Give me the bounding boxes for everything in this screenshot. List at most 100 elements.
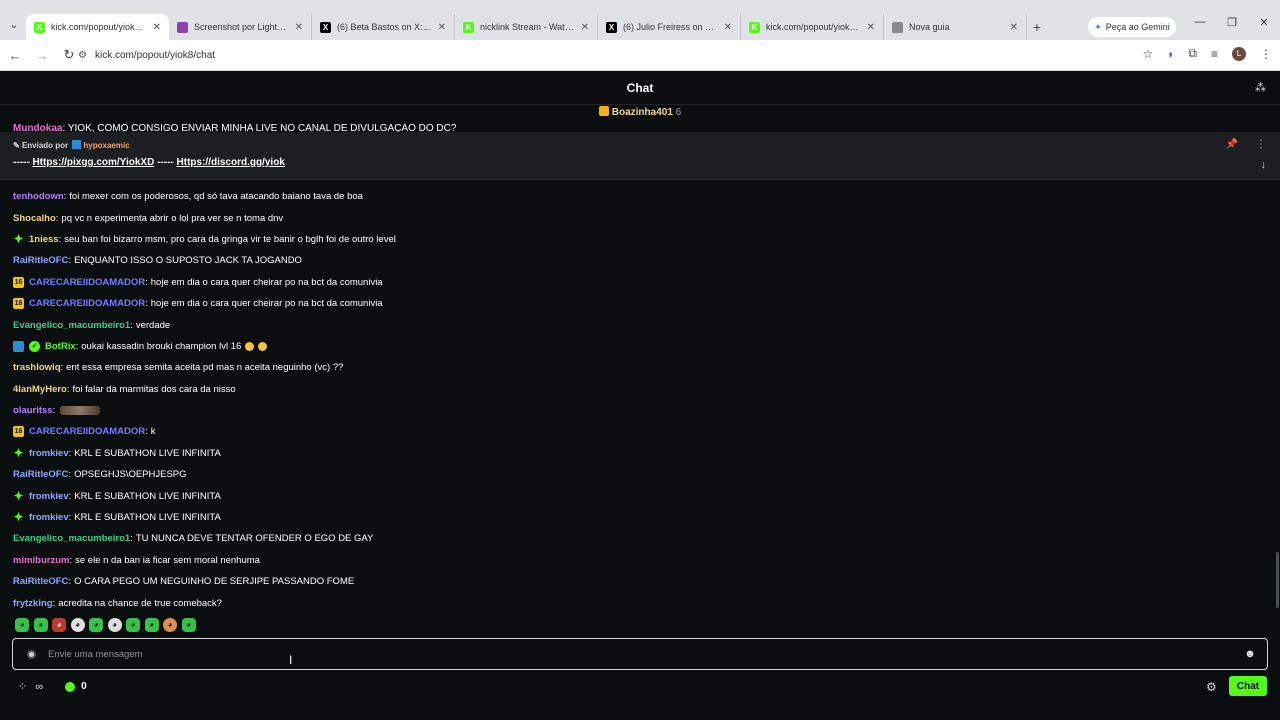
- kick-points[interactable]: 0: [65, 681, 87, 692]
- message-username[interactable]: RaiRitleOFC: [13, 469, 68, 480]
- message-username[interactable]: Mundokaa: [13, 123, 62, 132]
- emote-4-icon[interactable]: ◕: [70, 618, 85, 632]
- forward-icon[interactable]: →: [30, 48, 54, 63]
- emote-6-icon[interactable]: ◕: [107, 618, 122, 632]
- message-username[interactable]: RaiRitleOFC: [13, 255, 68, 266]
- infinity-icon[interactable]: ∞: [35, 681, 43, 693]
- pinned-username[interactable]: hypoxaemic: [83, 141, 129, 150]
- message-username[interactable]: trashlowiq: [13, 362, 61, 373]
- message-text: k: [150, 426, 156, 438]
- chat-input-box[interactable]: ☻: [12, 638, 1268, 670]
- close-window-icon[interactable]: ✕: [1248, 16, 1280, 29]
- gift-count: 6: [675, 107, 682, 118]
- message-username[interactable]: Evangelico_macumbeiro1: [13, 320, 130, 331]
- extensions-puzzle-icon[interactable]: ⧉: [1188, 46, 1197, 61]
- lightshot-icon: [177, 21, 188, 33]
- message-username[interactable]: fromkiev: [29, 512, 69, 523]
- chat-settings-gear-icon[interactable]: ⚙: [1206, 680, 1217, 694]
- message-username[interactable]: BotRix: [45, 341, 76, 352]
- tab-title: (6) Julio Freiress on X: "Que: [623, 22, 718, 32]
- emote-5-icon[interactable]: ◕: [89, 618, 103, 632]
- browser-tab[interactable]: X (6) Beta Bastos on X: "A Ur ✕: [312, 14, 455, 40]
- tab-close-icon[interactable]: ✕: [295, 22, 303, 33]
- message-username[interactable]: frytzking: [13, 598, 53, 609]
- tab-search-icon[interactable]: ⌄: [6, 18, 22, 34]
- emote-3-icon[interactable]: ◕: [52, 618, 66, 632]
- emote-7-icon[interactable]: ◕: [126, 618, 140, 632]
- emote-9-icon[interactable]: ◕: [163, 618, 177, 632]
- sparkle-badge-icon: ✦: [13, 488, 24, 503]
- back-icon[interactable]: ←: [3, 48, 27, 63]
- browser-tab[interactable]: Nova guia ✕: [884, 14, 1027, 40]
- pinned-sent-by-label: Enviado por: [21, 141, 69, 150]
- tab-close-icon[interactable]: ✕: [153, 22, 161, 33]
- message-username[interactable]: olauritss: [13, 405, 53, 416]
- pinned-link-discord[interactable]: Https://discord.gg/yiok: [177, 157, 285, 168]
- gemini-button[interactable]: ✦ Peça ao Gemini: [1088, 17, 1176, 37]
- send-chat-button[interactable]: Chat: [1229, 676, 1267, 696]
- message-username[interactable]: CARECAREIIDOAMADOR: [29, 277, 145, 288]
- chat-message: 16 CARECAREIIDOAMADOR: hoje em dia o cara …: [13, 272, 1263, 293]
- profile-avatar[interactable]: L: [1232, 46, 1246, 61]
- chat-mode-icon[interactable]: ⁘: [18, 680, 27, 693]
- chat-message: ✦ fromkiev: KRL E SUBATHON LIVE INFINITA: [13, 485, 1263, 506]
- message-text: se ele n da ban ia ficar sem moral nenhu…: [75, 554, 260, 566]
- new-tab-plus-icon[interactable]: +: [1027, 14, 1047, 40]
- message-text: verdade: [135, 319, 171, 331]
- chat-scrollbar[interactable]: [1276, 552, 1279, 608]
- browser-tab[interactable]: Screenshot por Lightshot ✕: [169, 14, 312, 40]
- pin-icon[interactable]: 📌: [1226, 139, 1238, 150]
- message-text: OPSEGHJS\OEPHJESPG: [74, 469, 187, 481]
- chrome-icon: [892, 21, 903, 33]
- site-info-icon[interactable]: ⚙: [78, 50, 87, 61]
- chat-message: mimiburzum: se ele n da ban ia ficar sem …: [13, 550, 1263, 571]
- message-username[interactable]: Evangelico_macumbeiro1: [13, 533, 130, 544]
- pinned-link-pixgg[interactable]: Https://pixgg.com/YiokXD: [32, 157, 154, 168]
- address-bar[interactable]: ⚙ kick.com/popout/yiok8/chat: [78, 44, 1138, 66]
- browser-tab[interactable]: Knicklink Stream - Watch Liv ✕: [455, 14, 598, 40]
- expand-down-icon[interactable]: ↓: [1261, 159, 1267, 171]
- emote-2-icon[interactable]: ◕: [33, 618, 48, 632]
- tab-close-icon[interactable]: ✕: [724, 22, 732, 33]
- chat-users-icon[interactable]: ⁂: [1255, 81, 1266, 94]
- browser-tab[interactable]: Kkick.com/popout/yiok8/chat ✕: [26, 14, 169, 40]
- chat-message: RaiRitleOFC: O CARA PEGO UM NEGUINHO DE S…: [13, 571, 1263, 592]
- message-username[interactable]: CARECAREIIDOAMADOR: [29, 298, 145, 309]
- message-separator: :: [68, 512, 72, 524]
- message-username[interactable]: mimiburzum: [13, 555, 69, 566]
- message-separator: :: [60, 362, 64, 374]
- browser-tab[interactable]: X (6) Julio Freiress on X: "Que ✕: [598, 14, 741, 40]
- chat-message: Shocalho: pq vc n experimenta abrir o lol…: [13, 207, 1263, 228]
- message-username[interactable]: 4lanMyHero: [13, 384, 67, 395]
- emote-10-icon[interactable]: ◕: [181, 618, 196, 632]
- media-icon[interactable]: ≡: [1211, 47, 1218, 61]
- tab-close-icon[interactable]: ✕: [581, 22, 589, 33]
- emote-8-icon[interactable]: ◕: [144, 618, 159, 632]
- tab-close-icon[interactable]: ✕: [1010, 22, 1018, 33]
- message-username[interactable]: fromkiev: [29, 448, 69, 459]
- url-text[interactable]: kick.com/popout/yiok8/chat: [95, 50, 215, 61]
- browser-tab[interactable]: Kkick.com/popout/yiok8/chat ✕: [741, 14, 884, 40]
- emote-1-icon[interactable]: ◕: [15, 618, 29, 632]
- extension-icon[interactable]: ◗: [1167, 47, 1174, 61]
- message-separator: :: [69, 554, 73, 566]
- message-username[interactable]: 1niess: [29, 234, 59, 245]
- chat-message-input[interactable]: [48, 648, 1239, 660]
- subscriber-badge-icon: 16: [13, 276, 24, 288]
- minimize-icon[interactable]: —: [1184, 16, 1216, 29]
- browser-menu-icon[interactable]: ⋮: [1260, 47, 1272, 61]
- chat-footer: ⁘ ∞ 0 ⚙ Chat: [0, 674, 1280, 700]
- more-options-icon[interactable]: ⋮: [1256, 139, 1266, 150]
- message-username[interactable]: CARECAREIIDOAMADOR: [29, 426, 145, 437]
- message-emote-image[interactable]: [60, 406, 101, 416]
- message-username[interactable]: tenhodown: [13, 191, 64, 202]
- message-username[interactable]: RaiRitleOFC: [13, 576, 68, 587]
- restore-icon[interactable]: ❐: [1216, 16, 1248, 29]
- message-username[interactable]: Shocalho: [13, 213, 56, 224]
- message-username[interactable]: fromkiev: [29, 491, 69, 502]
- tab-close-icon[interactable]: ✕: [438, 22, 446, 33]
- bookmark-star-icon[interactable]: ☆: [1142, 47, 1153, 61]
- tab-close-icon[interactable]: ✕: [867, 22, 875, 33]
- emoji-picker-icon[interactable]: ☻: [1239, 648, 1261, 660]
- gift-leaderboard[interactable]: Boazinha401 6: [0, 106, 1280, 124]
